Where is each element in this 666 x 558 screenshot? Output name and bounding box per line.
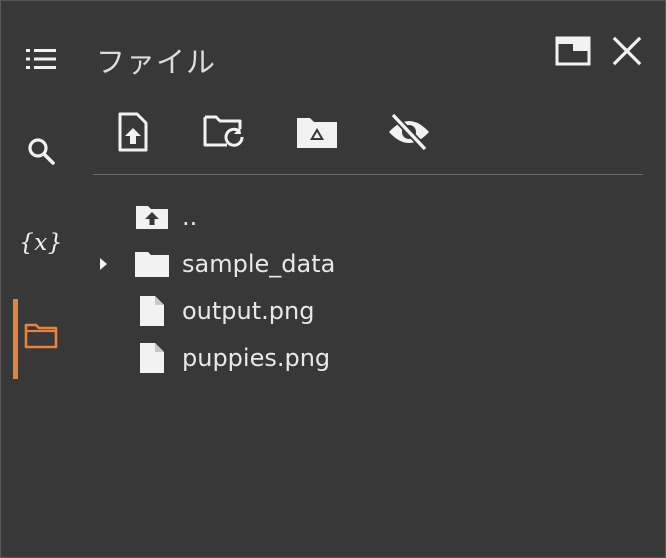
tree-item-label: output.png (182, 296, 315, 325)
refresh-folder-icon (202, 113, 248, 155)
open-in-tab-button[interactable] (553, 35, 593, 71)
upload-file-icon (116, 112, 150, 156)
file-icon (132, 293, 172, 329)
mount-drive-button[interactable] (297, 113, 337, 155)
chevron-right-icon[interactable] (92, 253, 114, 275)
tree-item-label: sample_data (182, 249, 336, 278)
variables-button[interactable]: {x} (11, 213, 71, 273)
toggle-hidden-button[interactable] (387, 112, 431, 156)
tree-item-label: .. (182, 202, 198, 231)
files-panel: {x} ファイル .. sample_data output.png puppi… (0, 0, 666, 558)
panel-title: ファイル (96, 45, 217, 79)
window-icon (555, 36, 591, 70)
search-icon (26, 136, 56, 170)
tree-item-parent[interactable]: .. (91, 193, 631, 240)
eye-off-icon (387, 112, 431, 156)
drive-folder-icon (296, 115, 338, 153)
variables-icon: {x} (19, 230, 63, 256)
refresh-button[interactable] (202, 113, 248, 155)
tree-item-output-png[interactable]: output.png (91, 287, 631, 334)
file-icon (132, 340, 172, 376)
folder-icon (132, 246, 172, 282)
folder-icon (24, 321, 58, 353)
tree-item-puppies-png[interactable]: puppies.png (91, 334, 631, 381)
search-button[interactable] (11, 123, 71, 183)
sidebar-rail: {x} (1, 1, 83, 557)
upload-button[interactable] (113, 112, 153, 156)
tree-item-sample-data[interactable]: sample_data (91, 240, 631, 287)
file-tree: .. sample_data output.png puppies.png (91, 193, 631, 381)
header-actions (553, 35, 647, 71)
list-icon (25, 46, 57, 76)
tree-item-label: puppies.png (182, 343, 331, 372)
close-icon (612, 36, 642, 70)
close-button[interactable] (607, 35, 647, 71)
files-toolbar (113, 112, 431, 156)
folder-up-icon (132, 199, 172, 235)
toolbar-divider (93, 174, 643, 175)
files-button[interactable] (11, 299, 71, 379)
table-of-contents-button[interactable] (11, 31, 71, 91)
